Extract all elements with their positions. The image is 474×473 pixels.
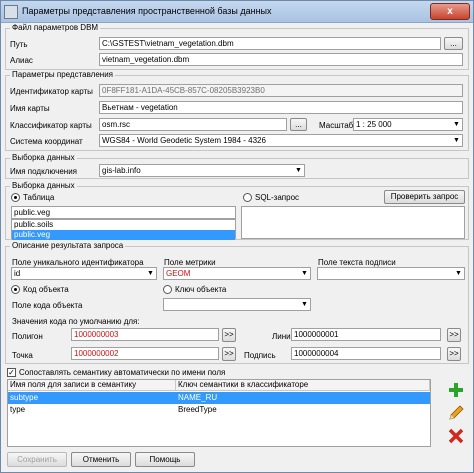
object-code-field-label: Поле кода объекта: [12, 301, 83, 310]
save-button[interactable]: Сохранить: [7, 452, 67, 467]
polygon-code-field[interactable]: 1000000003: [71, 328, 219, 341]
edit-pencil-icon[interactable]: [447, 404, 465, 422]
object-code-radio-label: Код объекта: [23, 285, 69, 294]
object-key-radio-label: Ключ объекта: [175, 285, 227, 294]
connection-group-title: Выборка данных: [10, 153, 77, 163]
connection-combo[interactable]: gis-lab.info ▼: [99, 164, 305, 177]
window-title: Параметры представления пространственной…: [22, 6, 272, 16]
scale-label: Масштаб: [319, 121, 354, 130]
classifier-label: Классификатор карты: [10, 121, 92, 130]
chevron-down-icon[interactable]: ▼: [451, 119, 462, 130]
semantics-table[interactable]: Имя поля для записи в семантику Ключ сем…: [7, 379, 431, 447]
chevron-down-icon[interactable]: ▼: [453, 268, 464, 279]
metric-field-combo[interactable]: GEOM ▼: [163, 267, 311, 280]
key-cell: BreedType: [178, 405, 217, 414]
point-pick-button[interactable]: >>: [222, 347, 236, 361]
uid-field-combo[interactable]: id ▼: [11, 267, 157, 280]
caption-label: Подпись: [244, 351, 276, 360]
delete-icon[interactable]: [447, 427, 465, 445]
add-icon[interactable]: [447, 381, 465, 399]
classifier-field[interactable]: osm.rsc: [99, 118, 287, 131]
scale-combo[interactable]: 1 : 25 000 ▼: [353, 118, 463, 131]
list-item[interactable]: public.soils: [12, 220, 235, 230]
connection-label: Имя подключения: [10, 167, 77, 176]
field-cell: type: [10, 405, 26, 414]
polygon-pick-button[interactable]: >>: [222, 328, 236, 342]
chevron-down-icon[interactable]: ▼: [299, 268, 310, 279]
caption-code-field[interactable]: 1000000004: [291, 347, 441, 360]
close-button[interactable]: x: [430, 3, 470, 20]
sql-radio[interactable]: [243, 193, 252, 202]
map-name-field[interactable]: Вьетнам - vegetation: [99, 101, 463, 114]
coord-system-label: Система координат: [10, 137, 83, 146]
browse-path-button[interactable]: ...: [444, 37, 463, 50]
app-icon: [4, 5, 18, 19]
browse-classifier-button[interactable]: ...: [290, 118, 307, 131]
polygon-label: Полигон: [12, 332, 43, 341]
metric-field-value: GEOM: [166, 269, 191, 278]
table-radio[interactable]: [11, 193, 20, 202]
object-code-field-combo[interactable]: ▼: [163, 298, 311, 311]
caption-pick-button[interactable]: >>: [447, 347, 461, 361]
check-query-button[interactable]: Проверить запрос: [384, 190, 465, 204]
query-group-title: Выборка данных: [10, 181, 77, 191]
dialog-window: Параметры представления пространственной…: [0, 0, 474, 473]
line-code-field[interactable]: 1000000001: [291, 328, 441, 341]
column-header[interactable]: Ключ семантики в классификаторе: [176, 380, 430, 391]
uid-field-value: id: [14, 269, 21, 278]
chevron-down-icon[interactable]: ▼: [293, 165, 304, 176]
map-id-label: Идентификатор карты: [10, 87, 93, 96]
coord-system-value: WGS84 - World Geodetic System 1984 - 432…: [102, 136, 266, 145]
map-name-label: Имя карты: [10, 104, 50, 113]
alias-label: Алиас: [10, 56, 33, 65]
scale-value: 1 : 25 000: [356, 120, 392, 129]
label-field-combo[interactable]: ▼: [317, 267, 465, 280]
sql-radio-label: SQL-запрос: [255, 193, 300, 202]
table-row[interactable]: subtype NAME_RU: [8, 392, 430, 404]
chevron-down-icon[interactable]: ▼: [451, 135, 462, 146]
chevron-down-icon[interactable]: ▼: [299, 299, 310, 310]
title-bar: Параметры представления пространственной…: [1, 1, 473, 23]
table-list[interactable]: public.soils public.veg: [11, 219, 236, 240]
table-row[interactable]: type BreedType: [8, 404, 430, 416]
object-code-radio[interactable]: [11, 285, 20, 294]
field-cell: subtype: [10, 393, 39, 402]
auto-map-checkbox[interactable]: ✓: [7, 368, 16, 377]
defaults-label: Значения кода по умолчанию для:: [12, 317, 140, 326]
help-button[interactable]: Помощь: [135, 452, 195, 467]
column-header[interactable]: Имя поля для записи в семантику: [8, 380, 176, 391]
table-name-field[interactable]: public.veg: [11, 206, 236, 219]
alias-field[interactable]: vietnam_vegetation.dbm: [99, 53, 463, 66]
point-code-field[interactable]: 1000000002: [71, 347, 219, 360]
auto-map-label: Сопоставлять семантику автоматически по …: [19, 368, 226, 377]
object-key-radio[interactable]: [163, 285, 172, 294]
table-radio-label: Таблица: [23, 193, 55, 202]
chevron-down-icon[interactable]: ▼: [145, 268, 156, 279]
line-pick-button[interactable]: >>: [447, 328, 461, 342]
sql-query-field[interactable]: [241, 206, 465, 239]
result-group-title: Описание результата запроса: [10, 241, 126, 251]
dbm-file-group-title: Файл параметров DBM: [10, 23, 101, 33]
point-label: Точка: [12, 351, 33, 360]
connection-value: gis-lab.info: [102, 166, 141, 175]
key-cell: NAME_RU: [178, 393, 218, 402]
coord-system-combo[interactable]: WGS84 - World Geodetic System 1984 - 432…: [99, 134, 463, 147]
view-params-group-title: Параметры представления: [10, 70, 116, 80]
cancel-button[interactable]: Отменить: [71, 452, 131, 467]
map-id-field: 0F8FF181-A1DA-45CB-857C-08205B3923B0: [99, 84, 463, 97]
path-field[interactable]: C:\GSTEST\vietnam_vegetation.dbm: [99, 37, 441, 50]
path-label: Путь: [10, 40, 28, 49]
list-item[interactable]: public.veg: [12, 230, 235, 240]
